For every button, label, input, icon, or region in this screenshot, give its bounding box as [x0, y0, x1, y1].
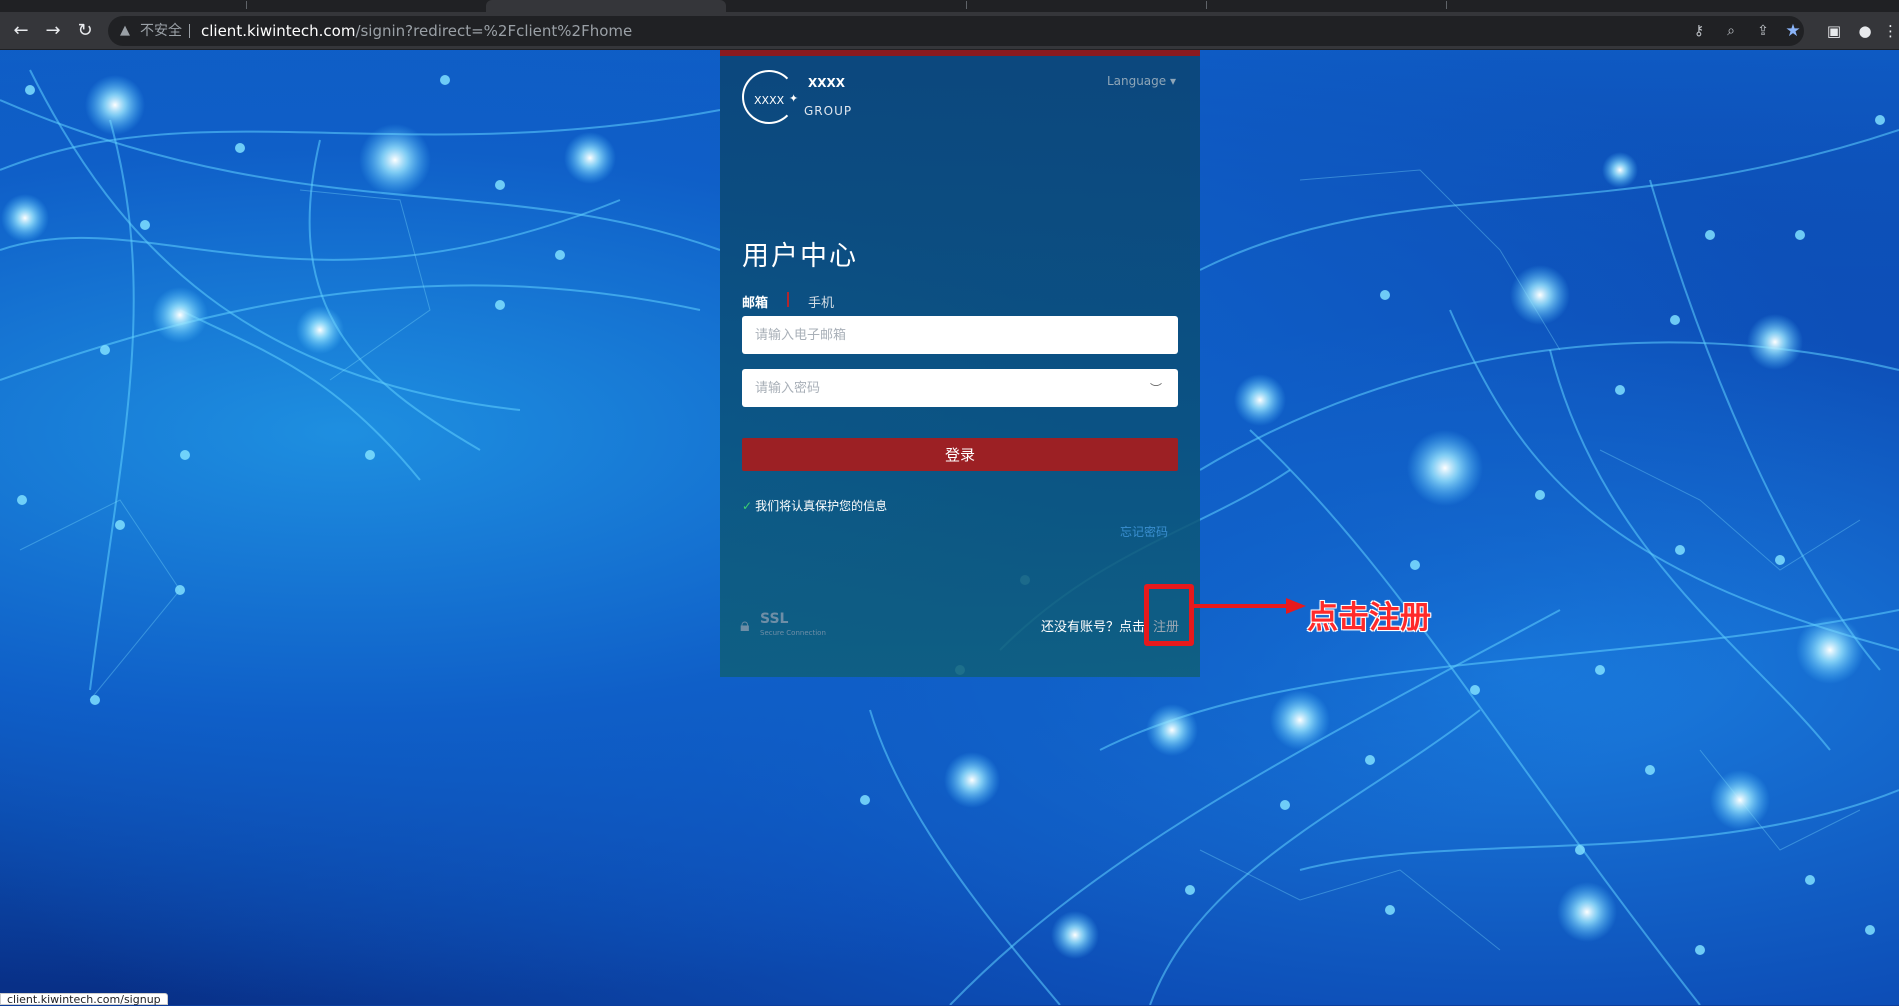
check-icon: ✓ [742, 499, 753, 513]
tab-separator [1206, 1, 1207, 9]
logo-star-icon: ✦ [789, 92, 799, 105]
tab-email[interactable]: 邮箱 [742, 292, 768, 311]
login-card: XXXX ✦ XXXX GROUP Language ▾ 用户中心 邮箱 手机 … [720, 50, 1200, 677]
active-tab[interactable] [486, 0, 726, 12]
tab-phone[interactable]: 手机 [808, 292, 834, 311]
logo-text: XXXX [754, 94, 785, 107]
reload-icon[interactable]: ↻ [73, 19, 97, 43]
annotation-label: 点击注册 [1307, 600, 1431, 636]
language-selector[interactable]: Language ▾ [1107, 74, 1176, 88]
forward-icon[interactable]: → [41, 19, 65, 43]
password-input[interactable] [742, 369, 1178, 407]
url-path: /signin?redirect=%2Fclient%2Fhome [355, 22, 633, 40]
share-icon[interactable]: ⇪ [1750, 16, 1776, 46]
annotation-highlight-box [1144, 584, 1194, 646]
back-icon[interactable]: ← [9, 19, 33, 43]
status-bar-url: client.kiwintech.com/signup [0, 993, 168, 1006]
login-button[interactable]: 登录 [742, 438, 1178, 471]
page-background: XXXX ✦ XXXX GROUP Language ▾ 用户中心 邮箱 手机 … [0, 50, 1899, 1005]
tab-divider [787, 292, 789, 307]
email-input[interactable] [742, 316, 1178, 354]
profile-icon[interactable]: ● [1853, 19, 1877, 43]
tab-separator [1446, 1, 1447, 9]
ssl-label: SSL [760, 611, 789, 627]
warning-icon: ▲ [120, 23, 130, 38]
side-panel-icon[interactable]: ▣ [1822, 19, 1846, 43]
address-bar[interactable]: ▲ 不安全 client.kiwintech.com/signin?redire… [108, 16, 1804, 46]
zoom-icon[interactable]: ⌕ [1718, 16, 1744, 46]
privacy-text: 我们将认真保护您的信息 [755, 499, 888, 513]
eye-closed-icon[interactable]: ︶ [1150, 380, 1162, 397]
security-label: 不安全 [140, 23, 182, 39]
tab-separator [966, 1, 967, 9]
omnibox-divider [189, 24, 190, 38]
ssl-badge: 🔒︎ SSL Secure Connection [740, 611, 835, 641]
menu-icon[interactable]: ⋮ [1882, 19, 1899, 43]
ssl-sublabel: Secure Connection [760, 629, 826, 637]
privacy-note: ✓ 我们将认真保护您的信息 [742, 497, 887, 514]
signup-prompt: 还没有账号？点击 [1041, 620, 1146, 635]
bookmark-star-icon[interactable]: ★ [1780, 16, 1806, 46]
lock-icon: 🔒︎ [740, 615, 750, 636]
brand-group: GROUP [804, 104, 853, 118]
browser-toolbar: ← → ↻ ▲ 不安全 client.kiwintech.com/signin?… [0, 12, 1899, 50]
key-icon[interactable]: ⚷ [1686, 16, 1712, 46]
tab-separator [246, 1, 247, 9]
brand-name: XXXX [808, 76, 846, 90]
url-host: client.kiwintech.com [201, 22, 356, 40]
annotation-arrow-icon [1194, 598, 1306, 614]
url-text[interactable]: client.kiwintech.com/signin?redirect=%2F… [201, 16, 632, 46]
tab-strip [0, 0, 1899, 12]
forgot-password-link[interactable]: 忘记密码 [1120, 523, 1168, 540]
page-title: 用户中心 [742, 241, 858, 272]
